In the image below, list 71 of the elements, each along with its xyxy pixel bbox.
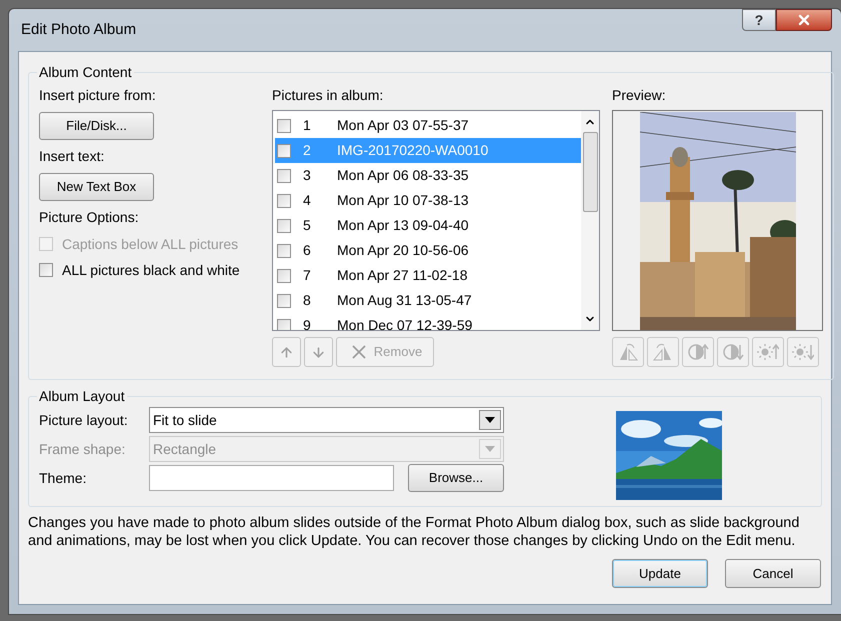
checkbox-label: ALL pictures black and white bbox=[62, 260, 240, 280]
group-title: Album Content bbox=[38, 63, 133, 82]
scroll-thumb[interactable] bbox=[582, 132, 598, 212]
rotate-right-icon bbox=[652, 342, 674, 362]
field-label: Insert text: bbox=[39, 147, 106, 166]
picture-list-item[interactable]: 1 Mon Apr 03 07-55-37 bbox=[275, 113, 581, 138]
field-label: Theme: bbox=[39, 468, 88, 488]
cancel-button[interactable]: Cancel bbox=[725, 559, 821, 588]
field-label: Insert picture from: bbox=[39, 86, 157, 105]
remove-label: Remove bbox=[374, 343, 422, 362]
picture-number: 9 bbox=[302, 316, 312, 330]
theme-field[interactable] bbox=[149, 465, 394, 491]
list-label: Pictures in album: bbox=[272, 86, 384, 105]
field-label: Picture layout: bbox=[39, 410, 129, 430]
picture-list-item[interactable]: 9 Mon Dec 07 12-39-59 bbox=[275, 313, 581, 330]
update-button[interactable]: Update bbox=[612, 559, 708, 588]
checkbox[interactable] bbox=[277, 218, 291, 232]
brightness-down-icon bbox=[792, 342, 814, 362]
contrast-down-icon bbox=[722, 342, 744, 362]
picture-name: Mon Apr 13 09-04-40 bbox=[337, 216, 469, 235]
picture-name: Mon Apr 03 07-55-37 bbox=[337, 116, 469, 135]
checkbox-label: Captions below ALL pictures bbox=[62, 234, 238, 254]
picture-list-item[interactable]: 6 Mon Apr 20 10-56-06 bbox=[275, 238, 581, 263]
picture-name: IMG-20170220-WA0010 bbox=[337, 141, 488, 160]
field-label: Picture Options: bbox=[39, 208, 140, 227]
picture-list-item[interactable]: 5 Mon Apr 13 09-04-40 bbox=[275, 213, 581, 238]
picture-name: Mon Apr 27 11-02-18 bbox=[337, 266, 468, 285]
group-title: Album Layout bbox=[38, 387, 126, 406]
checkbox[interactable] bbox=[277, 194, 291, 208]
picture-list-item[interactable]: 8 Mon Aug 31 13-05-47 bbox=[275, 288, 581, 313]
picture-number: 3 bbox=[302, 166, 312, 185]
help-button[interactable]: ? bbox=[742, 9, 776, 31]
picture-number: 4 bbox=[302, 191, 312, 210]
new-text-box-button[interactable]: New Text Box bbox=[39, 173, 154, 201]
checkbox[interactable] bbox=[277, 318, 291, 330]
checkbox[interactable] bbox=[277, 244, 291, 258]
picture-name: Mon Dec 07 12-39-59 bbox=[337, 316, 472, 330]
checkbox[interactable] bbox=[277, 168, 291, 182]
rotate-left-icon bbox=[617, 342, 639, 362]
picture-number: 6 bbox=[302, 241, 312, 260]
notice-text: Changes you have made to photo album slides outside of the Format Photo Album dialog box, such as slide background and animations, may be lost when you click Update. You can recover those changes by clicking Undo on the Edit menu. bbox=[28, 514, 800, 550]
picture-list-item[interactable]: 3 Mon Apr 06 08-33-35 bbox=[275, 163, 581, 188]
picture-list-item[interactable]: 7 Mon Apr 27 11-02-18 bbox=[275, 263, 581, 288]
close-icon bbox=[796, 12, 812, 28]
checkbox[interactable] bbox=[277, 144, 291, 158]
picture-number: 1 bbox=[302, 116, 312, 135]
brightness-up-icon bbox=[757, 342, 779, 362]
dropdown-arrow-icon bbox=[485, 446, 495, 452]
checkbox[interactable] bbox=[277, 118, 291, 132]
picture-number: 5 bbox=[302, 216, 312, 235]
window-title: Edit Photo Album bbox=[20, 20, 136, 40]
picture-name: Mon Apr 06 08-33-35 bbox=[337, 166, 469, 185]
checkbox[interactable] bbox=[277, 294, 291, 308]
down-arrow-icon bbox=[311, 344, 326, 360]
picture-name: Mon Apr 20 10-56-06 bbox=[337, 241, 469, 260]
picture-number: 7 bbox=[302, 266, 312, 285]
contrast-up-icon bbox=[687, 342, 709, 362]
preview-label: Preview: bbox=[612, 86, 667, 105]
picture-list-item[interactable]: 4 Mon Apr 10 07-38-13 bbox=[275, 188, 581, 213]
close-button[interactable] bbox=[776, 9, 832, 31]
browse-button[interactable]: Browse... bbox=[408, 464, 504, 492]
picture-name: Mon Apr 10 07-38-13 bbox=[337, 191, 469, 210]
checkbox[interactable] bbox=[39, 263, 53, 277]
dropdown[interactable]: Fit to slide bbox=[149, 407, 504, 433]
checkbox[interactable] bbox=[277, 268, 291, 282]
dropdown-arrow-icon bbox=[485, 417, 495, 423]
picture-name: Mon Aug 31 13-05-47 bbox=[337, 291, 472, 310]
picture-number: 2 bbox=[302, 141, 312, 160]
file-disk-button[interactable]: File/Disk... bbox=[39, 112, 154, 140]
field-label: Frame shape: bbox=[39, 440, 126, 459]
picture-number: 8 bbox=[302, 291, 312, 310]
